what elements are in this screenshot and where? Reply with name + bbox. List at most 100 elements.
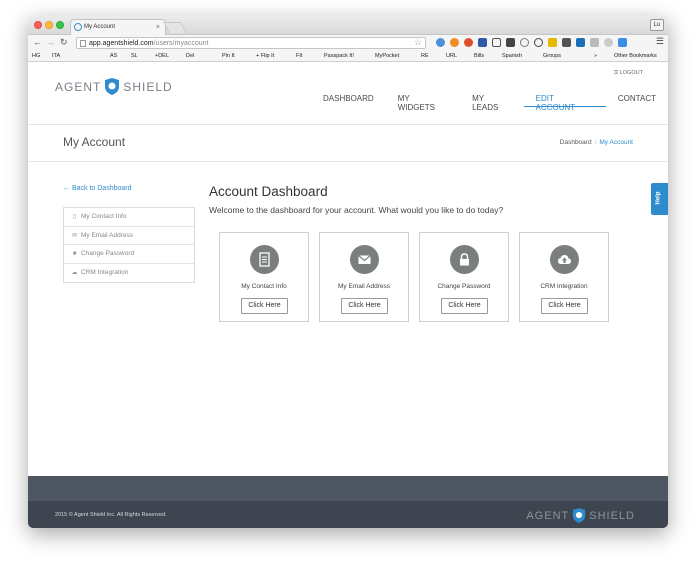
lock-icon bbox=[450, 245, 479, 274]
card-email-address: My Email Address Click Here bbox=[319, 232, 409, 322]
help-label: Help bbox=[655, 191, 662, 205]
nav-contact[interactable]: CONTACT bbox=[606, 94, 668, 107]
nav-my-leads[interactable]: MY LEADS bbox=[460, 94, 524, 112]
tab-close-icon[interactable]: × bbox=[156, 20, 160, 35]
profile-badge[interactable]: Lu bbox=[650, 19, 664, 31]
logout-link[interactable]: ⚿ LOGOUT bbox=[614, 70, 643, 77]
nav-dashboard[interactable]: DASHBOARD bbox=[311, 94, 386, 107]
email-address-click-here-button[interactable]: Click Here bbox=[341, 298, 388, 314]
bookmark[interactable]: RE bbox=[421, 53, 429, 59]
bookmark[interactable]: FIt bbox=[296, 53, 302, 59]
extension-icon[interactable] bbox=[604, 38, 613, 47]
breadcrumb: Dashboard / My Account bbox=[560, 139, 633, 146]
extension-icon[interactable] bbox=[520, 38, 529, 47]
nav-edit-account[interactable]: EDIT ACCOUNT bbox=[523, 94, 606, 112]
copyright-text: 2015 © Agent Shield Inc. All Rights Rese… bbox=[55, 512, 167, 518]
breadcrumb-dashboard[interactable]: Dashboard bbox=[560, 139, 592, 146]
new-tab-button[interactable] bbox=[163, 22, 187, 33]
document-icon bbox=[250, 245, 279, 274]
bookmark[interactable]: SL bbox=[131, 53, 138, 59]
agent-shield-logo[interactable]: AGENT SHIELD bbox=[55, 77, 173, 96]
bookmark[interactable]: Passpack It! bbox=[324, 53, 354, 59]
logout-label: LOGOUT bbox=[619, 70, 643, 76]
sidebar-item-label: Change Password bbox=[81, 250, 135, 257]
bookmarks-overflow[interactable]: » bbox=[594, 53, 597, 59]
footer: 2015 © Agent Shield Inc. All Rights Rese… bbox=[28, 501, 668, 528]
bookmark[interactable]: Pin It bbox=[222, 53, 235, 59]
extension-icon[interactable] bbox=[618, 38, 627, 47]
extension-icon[interactable] bbox=[534, 38, 543, 47]
logo-text-shield: SHIELD bbox=[589, 509, 635, 522]
extension-icon[interactable] bbox=[590, 38, 599, 47]
bookmark[interactable]: Del bbox=[186, 53, 194, 59]
crm-integration-click-here-button[interactable]: Click Here bbox=[541, 298, 588, 314]
forward-arrow-icon[interactable]: → bbox=[46, 37, 55, 47]
bookmark[interactable]: + Flip It bbox=[256, 53, 274, 59]
footer-logo[interactable]: AGENT SHIELD bbox=[526, 507, 635, 524]
bookmark-star-icon[interactable]: ☆ bbox=[414, 37, 422, 48]
sidebar-item-crm-integration[interactable]: ☁ CRM Integration bbox=[64, 264, 194, 283]
url-path: /users/myaccount bbox=[153, 40, 209, 47]
url-host: app.agentshield.com bbox=[89, 40, 154, 47]
hamburger-menu-icon[interactable]: ☰ bbox=[656, 36, 664, 47]
browser-toolbar: ← → ↻ app.agentshield.com/users/myaccoun… bbox=[28, 35, 668, 51]
back-to-dashboard-link[interactable]: ← Back to Dashboard bbox=[63, 185, 132, 192]
bookmark[interactable]: HG bbox=[32, 53, 40, 59]
bookmark[interactable]: Groups bbox=[543, 53, 561, 59]
bookmarks-bar: HG ITA AS SL +DEL Del Pin It + Flip It F… bbox=[28, 51, 668, 62]
maximize-window-button[interactable] bbox=[56, 21, 64, 29]
extension-icon[interactable] bbox=[450, 38, 459, 47]
card-label: Change Password bbox=[437, 283, 491, 290]
close-window-button[interactable] bbox=[34, 21, 42, 29]
logo-text-shield: SHIELD bbox=[123, 79, 173, 94]
extension-icons bbox=[436, 38, 627, 47]
page-icon bbox=[80, 40, 86, 47]
sidebar-item-contact-info[interactable]: ▯ My Contact Info bbox=[64, 208, 194, 227]
arrow-left-icon: ← bbox=[63, 185, 70, 192]
shield-logo-icon bbox=[573, 508, 586, 523]
help-tab[interactable]: Help bbox=[651, 183, 668, 215]
extension-icon[interactable] bbox=[436, 38, 445, 47]
address-bar[interactable]: app.agentshield.com/users/myaccount ☆ bbox=[76, 37, 426, 49]
extension-icon[interactable] bbox=[464, 38, 473, 47]
cloud-upload-icon: ☁ bbox=[71, 269, 78, 276]
sidebar-item-email-address[interactable]: ✉ My Email Address bbox=[64, 227, 194, 245]
card-label: My Email Address bbox=[337, 283, 391, 290]
extension-icon[interactable] bbox=[562, 38, 571, 47]
bookmark[interactable]: ITA bbox=[52, 53, 60, 59]
card-change-password: Change Password Click Here bbox=[419, 232, 509, 322]
extension-icon[interactable] bbox=[548, 38, 557, 47]
bookmark[interactable]: Bills bbox=[474, 53, 484, 59]
extension-icon[interactable] bbox=[576, 38, 585, 47]
sidebar-item-label: My Contact Info bbox=[81, 213, 127, 220]
bookmark[interactable]: URL bbox=[446, 53, 457, 59]
sidebar-item-label: My Email Address bbox=[81, 231, 134, 239]
extension-icon[interactable] bbox=[492, 38, 501, 47]
card-label: My Contact Info bbox=[241, 283, 287, 290]
reload-icon[interactable]: ↻ bbox=[60, 37, 68, 48]
back-arrow-icon[interactable]: ← bbox=[33, 37, 42, 47]
back-link-label: Back to Dashboard bbox=[71, 185, 132, 192]
page-title: My Account bbox=[63, 135, 126, 149]
bookmark[interactable]: +DEL bbox=[155, 53, 169, 59]
cloud-upload-icon bbox=[550, 245, 579, 274]
bookmark[interactable]: MyPocket bbox=[375, 53, 399, 59]
sidebar-item-change-password[interactable]: ■ Change Password bbox=[64, 245, 194, 264]
dashboard-subtitle: Welcome to the dashboard for your accoun… bbox=[209, 205, 504, 215]
minimize-window-button[interactable] bbox=[45, 21, 53, 29]
browser-tab[interactable]: My Account × bbox=[70, 19, 166, 35]
change-password-click-here-button[interactable]: Click Here bbox=[441, 298, 488, 314]
other-bookmarks[interactable]: Other Bookmarks bbox=[614, 53, 657, 59]
contact-info-click-here-button[interactable]: Click Here bbox=[241, 298, 288, 314]
extension-icon[interactable] bbox=[506, 38, 515, 47]
sidebar-item-label: CRM Integration bbox=[81, 268, 129, 276]
card-label: CRM Integration bbox=[540, 283, 588, 290]
footer-top-band bbox=[28, 476, 668, 501]
logo-text-agent: AGENT bbox=[526, 509, 570, 522]
tab-title: My Account bbox=[84, 24, 116, 30]
bookmark[interactable]: AS bbox=[110, 53, 117, 59]
nav-my-widgets[interactable]: MY WIDGETS bbox=[386, 94, 460, 112]
bookmark[interactable]: Spanish bbox=[502, 53, 522, 59]
card-crm-integration: CRM Integration Click Here bbox=[519, 232, 609, 322]
extension-icon[interactable] bbox=[478, 38, 487, 47]
